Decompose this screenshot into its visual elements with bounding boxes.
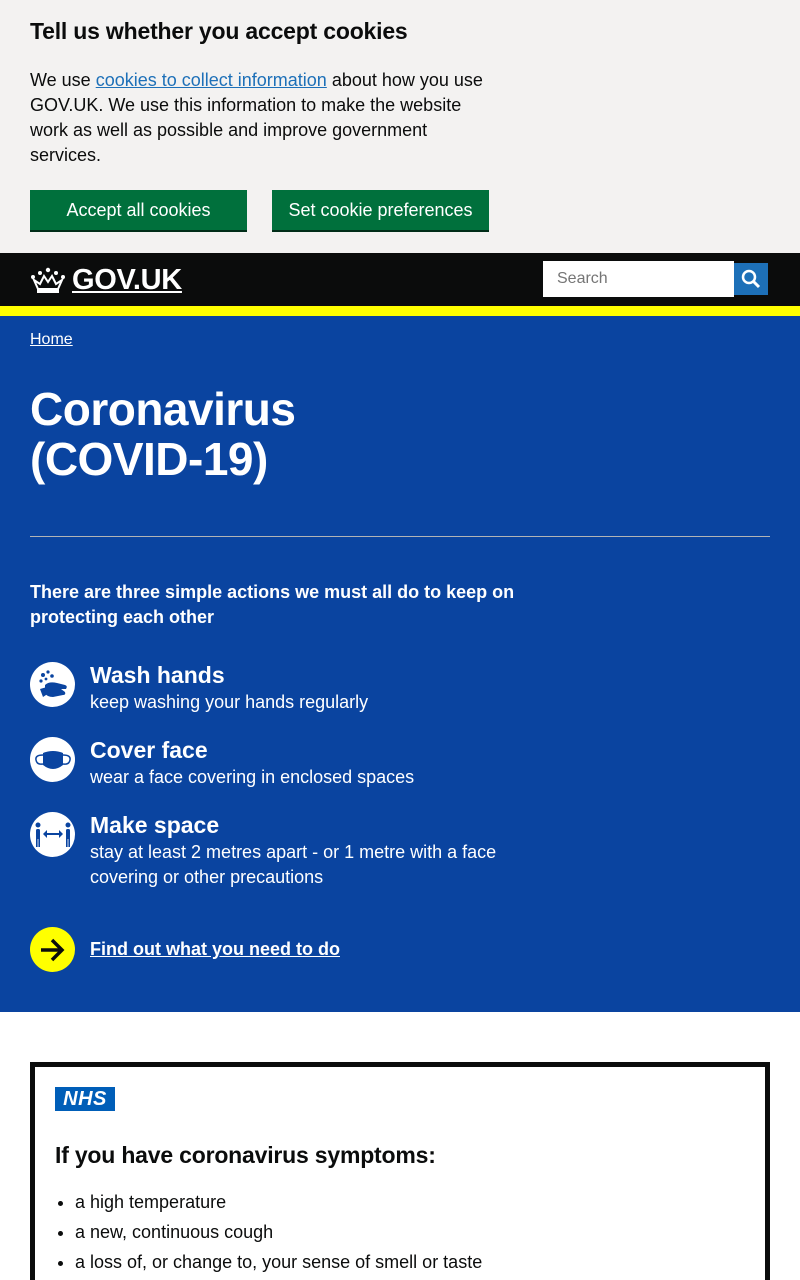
cookie-banner-title: Tell us whether you accept cookies [30,18,408,44]
search-input[interactable] [543,261,734,297]
cookie-preferences-button[interactable]: Set cookie preferences [272,190,489,230]
list-item: a loss of, or change to, your sense of s… [75,1247,482,1277]
logo-text: GOV.UK [72,264,182,296]
search-icon [741,269,761,289]
action-title: Cover face [90,737,208,763]
cookie-banner: Tell us whether you accept cookies We us… [0,0,800,253]
action-desc: keep washing your hands regularly [90,692,369,712]
list-item: a high temperature [75,1187,482,1217]
nhs-logo: NHS [55,1087,115,1111]
find-out-link[interactable]: Find out what you need to do [90,939,340,960]
distance-icon [30,812,75,857]
cookie-text-before: We use [30,70,96,90]
face-mask-icon [30,737,75,782]
find-out-cta: Find out what you need to do [30,927,340,972]
action-title: Wash hands [90,662,225,688]
hero-divider [30,536,770,537]
symptoms-heading: If you have coronavirus symptoms: [55,1142,436,1168]
wash-hands-icon [30,662,75,707]
action-desc: stay at least 2 metres apart - or 1 metr… [90,842,497,887]
header-stripe [0,306,800,316]
cookie-banner-text: We use cookies to collect information ab… [30,68,500,168]
nhs-symptoms-panel: NHS If you have coronavirus symptoms: a … [30,1062,770,1280]
site-header: GOV.UK [0,253,800,306]
breadcrumb-home[interactable]: Home [30,331,73,349]
hero-lead: There are three simple actions we must a… [30,582,515,627]
search-button[interactable] [734,261,770,297]
symptoms-list: a high temperature a new, continuous cou… [75,1187,482,1277]
covid-hero: Home Coronavirus (COVID-19) There are th… [0,316,800,1012]
cookies-info-link[interactable]: cookies to collect information [96,70,327,90]
accept-cookies-button[interactable]: Accept all cookies [30,190,247,230]
arrow-right-icon[interactable] [30,927,75,972]
action-desc: wear a face covering in enclosed spaces [90,767,415,787]
list-item: a new, continuous cough [75,1217,482,1247]
govuk-logo-link[interactable]: GOV.UK [30,264,182,297]
crown-icon [31,267,65,293]
page-title: Coronavirus (COVID-19) [30,383,296,485]
action-title: Make space [90,812,220,838]
